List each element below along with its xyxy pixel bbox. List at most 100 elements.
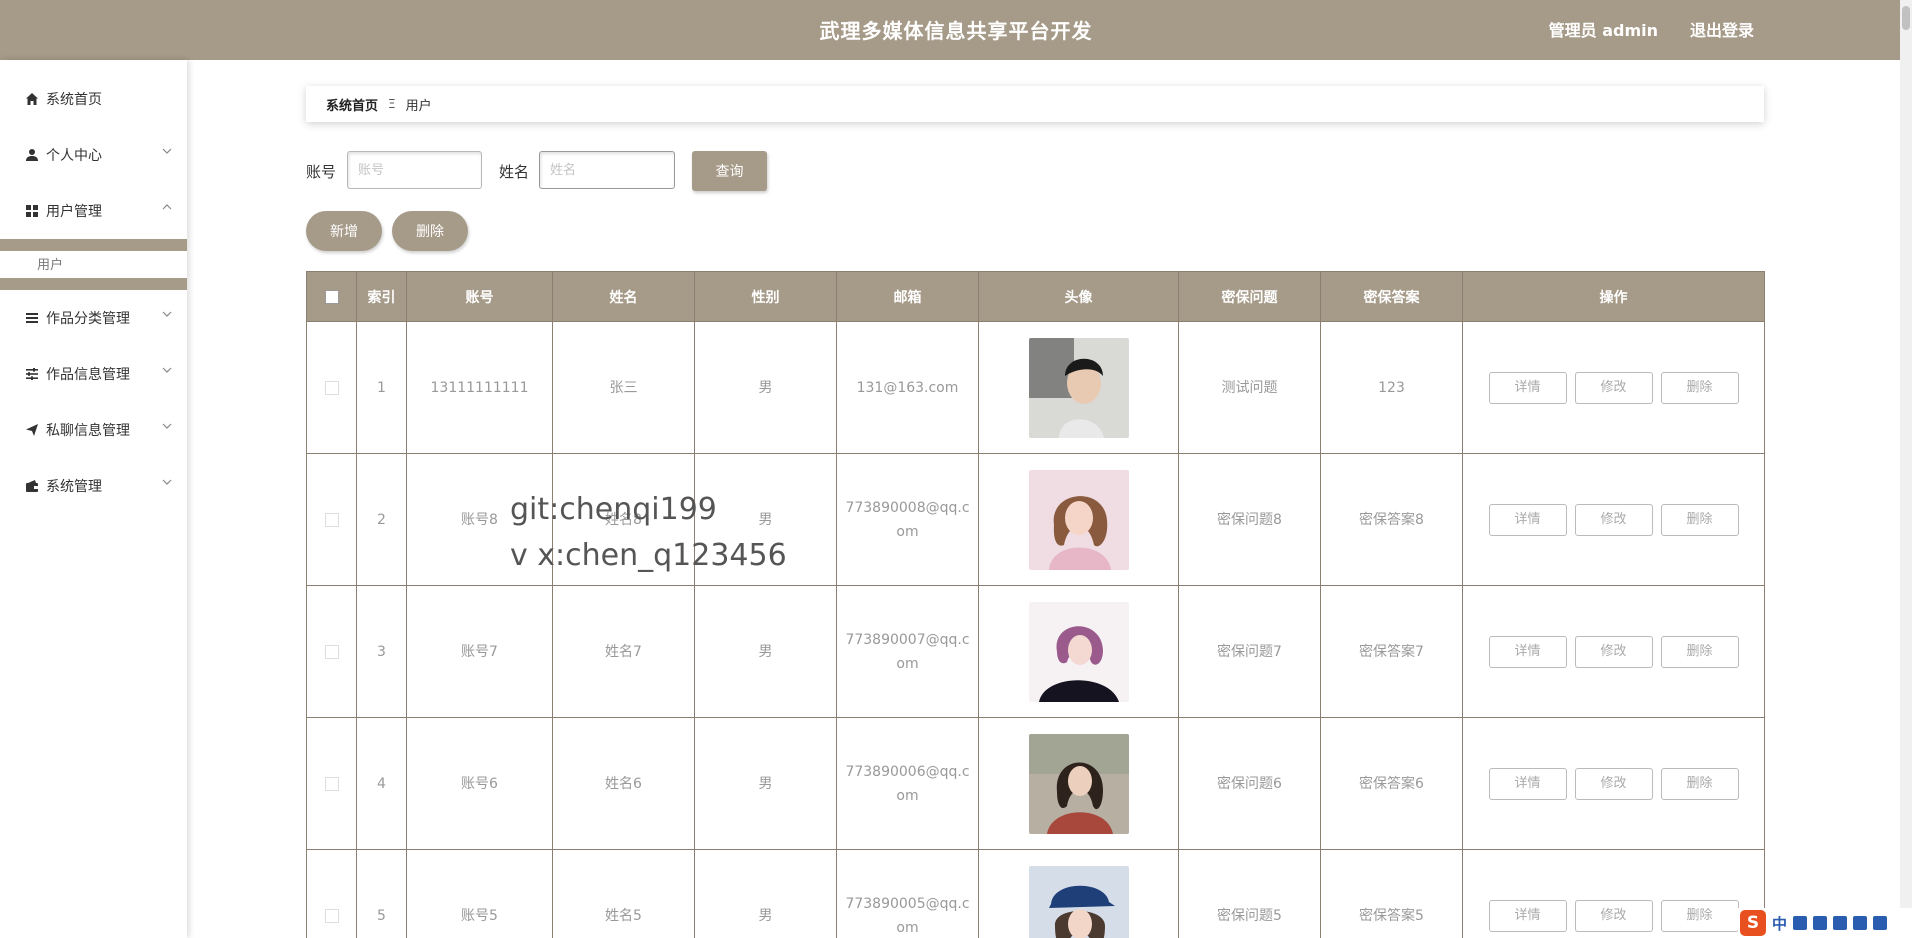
- column-header: 索引: [356, 271, 407, 322]
- name-cell: 姓名7: [552, 585, 695, 718]
- user-table: 索引 账号 姓名 性别 邮箱 头像 密保问题 密保答案 操作 1 1311111…: [306, 271, 1765, 938]
- avatar[interactable]: [1028, 733, 1129, 834]
- sidebar-item-messages[interactable]: 私聊信息管理: [0, 410, 187, 450]
- breadcrumb: 系统首页 Ξ 用户: [306, 86, 1764, 122]
- detail-button[interactable]: 详情: [1488, 899, 1567, 932]
- chevron-down-icon: [162, 311, 172, 317]
- current-user: 管理员 admin: [1548, 21, 1658, 40]
- delete-button[interactable]: 删除: [1660, 503, 1739, 536]
- edit-button[interactable]: 修改: [1574, 899, 1653, 932]
- account-label: 账号: [306, 163, 337, 181]
- vertical-scrollbar[interactable]: [1900, 0, 1912, 938]
- user-icon: [24, 147, 40, 163]
- apps-icon[interactable]: [1873, 916, 1888, 930]
- add-button[interactable]: 新增: [306, 211, 382, 251]
- watermark-overlay: git:chenqi199 v x:chen_q123456: [510, 487, 787, 579]
- row-select-cell: [306, 453, 357, 586]
- breadcrumb-separator: Ξ: [388, 97, 396, 111]
- table-row: 1 13111111111 张三 男 131@163.com 测试问题 123 …: [306, 321, 1765, 454]
- edit-button[interactable]: 修改: [1574, 503, 1653, 536]
- row-checkbox[interactable]: [324, 776, 339, 791]
- column-header: 性别: [694, 271, 837, 322]
- column-header: 密保答案: [1320, 271, 1463, 322]
- avatar[interactable]: [1028, 601, 1129, 702]
- chevron-up-icon: [162, 204, 172, 210]
- column-header: 密保问题: [1178, 271, 1321, 322]
- gender-cell: 男: [694, 321, 837, 454]
- edit-button[interactable]: 修改: [1574, 767, 1653, 800]
- sidebar-item-works[interactable]: 作品信息管理: [0, 354, 187, 394]
- name-search-input[interactable]: [539, 151, 675, 189]
- gender-cell: 男: [694, 585, 837, 718]
- column-header: 头像: [978, 271, 1179, 322]
- watermark-line: v x:chen_q123456: [510, 538, 787, 573]
- detail-button[interactable]: 详情: [1488, 635, 1567, 668]
- watermark-line: git:chenqi199: [510, 492, 717, 527]
- row-checkbox[interactable]: [324, 908, 339, 923]
- edit-button[interactable]: 修改: [1574, 371, 1653, 404]
- gender-cell: 男: [694, 849, 837, 938]
- sliders-icon: [24, 366, 40, 382]
- operations-cell: 详情 修改 删除: [1462, 585, 1765, 718]
- chevron-down-icon: [162, 148, 172, 154]
- sidebar-item-label: 作品信息管理: [46, 367, 130, 383]
- email-cell: 773890005@qq.com: [836, 849, 979, 938]
- query-button[interactable]: 查询: [692, 151, 767, 191]
- breadcrumb-home[interactable]: 系统首页: [326, 95, 378, 114]
- gender-cell: 男: [694, 717, 837, 850]
- account-cell: 账号6: [406, 717, 553, 850]
- sidebar-item-system[interactable]: 系统管理: [0, 466, 187, 506]
- detail-button[interactable]: 详情: [1488, 503, 1567, 536]
- email-cell: 131@163.com: [836, 321, 979, 454]
- answer-cell: 密保答案8: [1320, 453, 1463, 586]
- select-all-checkbox[interactable]: [324, 289, 339, 304]
- row-checkbox[interactable]: [324, 512, 339, 527]
- sidebar-item-user-management[interactable]: 用户管理: [0, 191, 187, 231]
- sidebar-item-home[interactable]: 系统首页: [0, 79, 187, 119]
- detail-button[interactable]: 详情: [1488, 767, 1567, 800]
- operations-cell: 详情 修改 删除: [1462, 717, 1765, 850]
- index-cell: 3: [356, 585, 407, 718]
- sidebar-item-personal[interactable]: 个人中心: [0, 135, 187, 175]
- table-header-row: 索引 账号 姓名 性别 邮箱 头像 密保问题 密保答案 操作: [306, 271, 1765, 322]
- detail-button[interactable]: 详情: [1488, 371, 1567, 404]
- keyboard-icon[interactable]: [1833, 916, 1848, 930]
- submenu-bottom-bar: [0, 278, 187, 290]
- ime-logo-icon[interactable]: S: [1740, 910, 1766, 936]
- account-cell: 13111111111: [406, 321, 553, 454]
- delete-button[interactable]: 删除: [1660, 635, 1739, 668]
- sidebar: 系统首页 个人中心 用户管理 用户 作品分类管理 作品信息管理 私聊信息管理 系…: [0, 60, 187, 938]
- answer-cell: 密保答案7: [1320, 585, 1463, 718]
- sidebar-item-label: 系统管理: [46, 479, 102, 495]
- avatar-cell: [978, 585, 1179, 718]
- batch-delete-button[interactable]: 删除: [392, 211, 468, 251]
- column-header: 操作: [1462, 271, 1765, 322]
- delete-button[interactable]: 删除: [1660, 767, 1739, 800]
- edit-button[interactable]: 修改: [1574, 635, 1653, 668]
- question-cell: 测试问题: [1178, 321, 1321, 454]
- punctuation-icon[interactable]: [1793, 916, 1808, 930]
- logout-link[interactable]: 退出登录: [1690, 0, 1754, 62]
- avatar[interactable]: [1028, 337, 1129, 438]
- avatar[interactable]: [1028, 865, 1129, 938]
- select-all-header: [306, 271, 357, 322]
- skin-icon[interactable]: [1853, 916, 1868, 930]
- delete-button[interactable]: 删除: [1660, 899, 1739, 932]
- sidebar-item-label: 作品分类管理: [46, 311, 130, 327]
- email-cell: 773890007@qq.com: [836, 585, 979, 718]
- avatar[interactable]: [1028, 469, 1129, 570]
- grid-icon: [24, 203, 40, 219]
- delete-button[interactable]: 删除: [1660, 371, 1739, 404]
- index-cell: 5: [356, 849, 407, 938]
- row-checkbox[interactable]: [324, 644, 339, 659]
- answer-cell: 密保答案6: [1320, 717, 1463, 850]
- operations-cell: 详情 修改 删除: [1462, 453, 1765, 586]
- row-checkbox[interactable]: [324, 380, 339, 395]
- index-cell: 2: [356, 453, 407, 586]
- account-search-input[interactable]: [347, 151, 482, 189]
- scrollbar-thumb[interactable]: [1902, 6, 1910, 30]
- sidebar-subitem-user[interactable]: 用户: [0, 251, 187, 281]
- microphone-icon[interactable]: [1813, 916, 1828, 930]
- sidebar-item-category[interactable]: 作品分类管理: [0, 298, 187, 338]
- ime-mode-toggle[interactable]: 中: [1772, 913, 1787, 934]
